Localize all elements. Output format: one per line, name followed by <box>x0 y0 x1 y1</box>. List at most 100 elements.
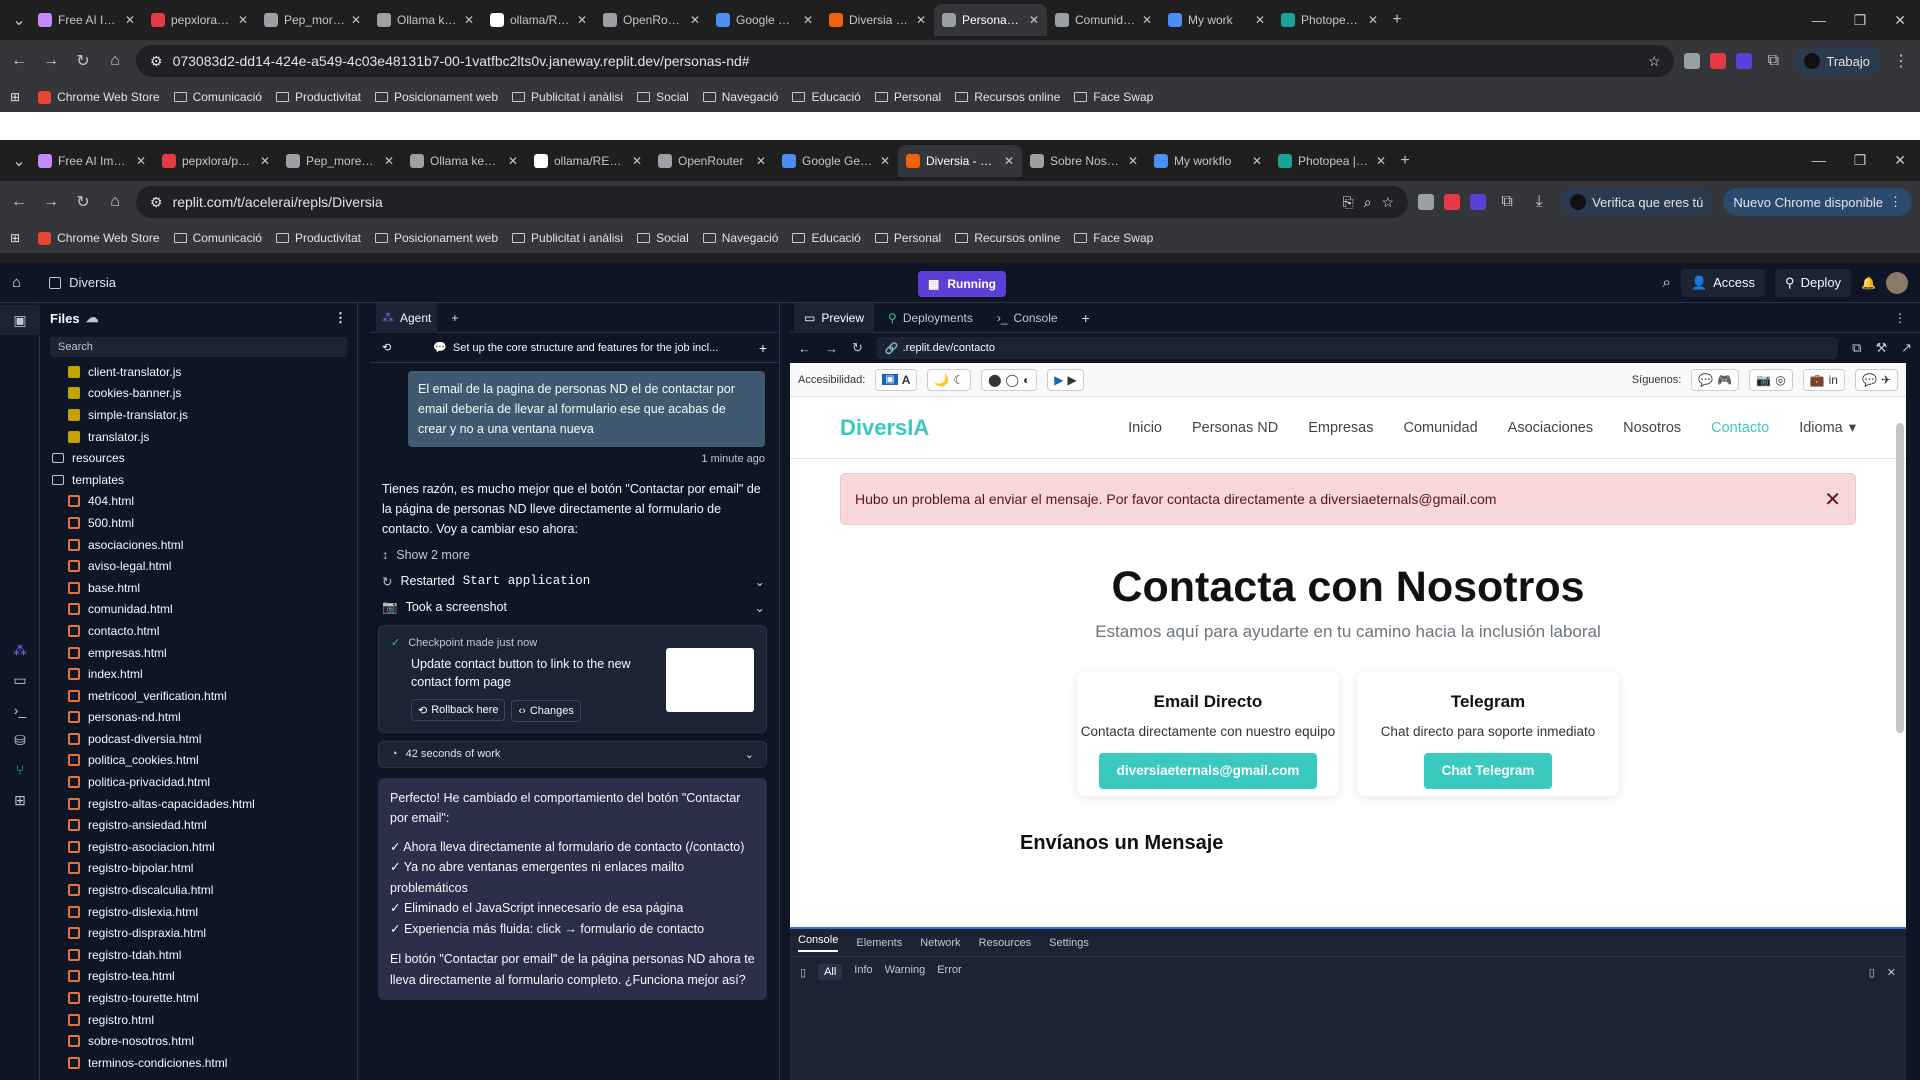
bookmark-item[interactable]: Personal <box>874 231 941 245</box>
new-tab-icon[interactable]: + <box>1394 152 1416 170</box>
preview-scrollbar[interactable] <box>1896 423 1904 733</box>
star-icon[interactable]: ☆ <box>1382 194 1395 211</box>
tab-deployments[interactable]: ⚲ Deployments <box>878 303 983 333</box>
changes-button[interactable]: ‹› Changes <box>511 699 581 722</box>
all-tools-icon[interactable]: ⊞ <box>0 785 40 815</box>
thread-title[interactable]: Set up the core structure and features f… <box>453 342 718 354</box>
close-tab-icon[interactable]: ✕ <box>1142 13 1152 27</box>
close-tab-icon[interactable]: ✕ <box>756 154 766 168</box>
close-tab-icon[interactable]: ✕ <box>916 13 926 27</box>
browser-tab[interactable]: Ollama keys · S ✕ <box>402 145 526 177</box>
puzzle-icon[interactable]: ⧉ <box>1496 193 1518 211</box>
close-tab-icon[interactable]: ✕ <box>803 13 813 27</box>
bookmark-item[interactable]: Comunicació <box>173 90 262 104</box>
tab-search-icon[interactable]: ⌄ <box>8 151 30 171</box>
close-tab-icon[interactable]: ✕ <box>1368 13 1378 27</box>
devices-icon[interactable]: ⧉ <box>1852 340 1861 356</box>
bookmark-item[interactable]: Educació <box>792 90 861 104</box>
file-tree-item[interactable]: asociaciones.html <box>40 534 357 556</box>
browser-tab[interactable]: Photopea | O ✕ <box>1273 4 1386 36</box>
nav-link-contacto[interactable]: Contacto <box>1711 420 1769 436</box>
devtools-icon[interactable]: ⚒ <box>1875 340 1887 356</box>
theme-toggle[interactable]: 🌙 ☾ <box>927 368 972 391</box>
zoom-icon[interactable]: ⌕ <box>1364 194 1372 211</box>
bookmark-item[interactable]: Social <box>637 231 689 245</box>
browser-tab[interactable]: OpenRouter ✕ <box>595 4 708 36</box>
bookmark-item[interactable]: Productivitat <box>275 90 361 104</box>
bookmark-item[interactable]: Personal <box>874 90 941 104</box>
browser-tab[interactable]: OpenRouter ✕ <box>650 145 774 177</box>
console-filter[interactable]: Error <box>937 964 961 980</box>
devtools-tab[interactable]: Elements <box>856 937 902 949</box>
git-icon[interactable]: ⑂ <box>0 755 40 785</box>
browser-tab[interactable]: Ollama keys ✕ <box>369 4 482 36</box>
discord-link[interactable]: 💬 🎮 <box>1691 368 1740 391</box>
browser-tab[interactable]: Sobre Nosotro ✕ <box>1022 145 1146 177</box>
close-tab-icon[interactable]: ✕ <box>880 154 890 168</box>
file-tree-item[interactable]: aviso-legal.html <box>40 555 357 577</box>
site-info-icon[interactable]: ⚙ <box>150 53 163 70</box>
reload-icon[interactable]: ↻ <box>72 51 94 71</box>
nav-link-inicio[interactable]: Inicio <box>1128 420 1162 436</box>
forward-icon[interactable]: → <box>40 52 62 70</box>
puzzle-icon[interactable]: ⧉ <box>1762 52 1784 70</box>
site-logo[interactable]: DiversIA <box>840 415 929 441</box>
file-tree-item[interactable]: metricool_verification.html <box>40 685 357 707</box>
browser-tab[interactable]: Personas Ne ✕ <box>934 4 1047 36</box>
console-filter[interactable]: Warning <box>885 964 926 980</box>
bookmark-item[interactable]: Posicionament web <box>374 90 498 104</box>
file-tree-item[interactable]: templates <box>40 469 357 491</box>
apps-grid-icon[interactable]: ⊞ <box>10 231 20 245</box>
bookmark-item[interactable]: Educació <box>792 231 861 245</box>
extension-icon[interactable] <box>1736 53 1753 69</box>
close-tab-icon[interactable]: ✕ <box>1252 154 1262 168</box>
close-tab-icon[interactable]: ✕ <box>690 13 700 27</box>
nav-link-personas-nd[interactable]: Personas ND <box>1192 420 1278 436</box>
email-button[interactable]: diversiaeternals@gmail.com <box>1098 753 1318 789</box>
close-tab-icon[interactable]: ✕ <box>136 154 146 168</box>
caret-down-icon[interactable]: ▾ <box>1849 420 1856 436</box>
bell-icon[interactable]: 🔔 <box>1861 276 1876 290</box>
browser-tab[interactable]: ollama/READ ✕ <box>482 4 595 36</box>
access-button[interactable]: 👤 Access <box>1680 268 1766 297</box>
home-icon[interactable]: ⌂ <box>12 274 21 291</box>
close-tab-icon[interactable]: ✕ <box>464 13 474 27</box>
home-icon[interactable]: ⌂ <box>104 52 126 70</box>
font-size-toggle[interactable]: ▣ A <box>875 368 918 391</box>
file-tree-item[interactable]: terminos-condiciones.html <box>40 1052 357 1074</box>
search-icon[interactable]: ⌕ <box>1663 274 1671 291</box>
download-icon[interactable]: ⤓ <box>1528 193 1550 211</box>
close-tab-icon[interactable]: ✕ <box>1255 13 1265 27</box>
reload-icon[interactable]: ↻ <box>72 192 94 212</box>
linkedin-link[interactable]: 💼 in <box>1802 368 1845 391</box>
extension-icon[interactable] <box>1418 194 1435 210</box>
tab-agent[interactable]: ⁂ Agent <box>376 302 438 333</box>
site-info-icon[interactable]: ⚙ <box>150 194 163 211</box>
file-tree-item[interactable]: politica-privacidad.html <box>40 771 357 793</box>
bookmark-item[interactable]: Face Swap <box>1074 90 1153 104</box>
close-tab-icon[interactable]: ✕ <box>1376 154 1386 168</box>
clear-console-icon[interactable]: ▯ <box>800 966 806 979</box>
forward-icon[interactable]: → <box>825 341 838 356</box>
profile-button[interactable]: Trabajo <box>1794 47 1880 75</box>
extension-icon[interactable] <box>1444 194 1461 210</box>
close-tab-icon[interactable]: ✕ <box>1004 154 1014 168</box>
browser-tab[interactable]: Free AI Image ✕ <box>30 145 154 177</box>
file-tree-item[interactable]: base.html <box>40 577 357 599</box>
nav-link-comunidad[interactable]: Comunidad <box>1404 420 1478 436</box>
add-tab-icon[interactable]: + <box>451 311 458 325</box>
browser-tab[interactable]: pepxlora/pep ✕ <box>143 4 256 36</box>
file-tree-item[interactable]: 500.html <box>40 512 357 534</box>
deploy-button[interactable]: ⚲ Deploy <box>1775 268 1852 297</box>
chrome-update-button[interactable]: Nuevo Chrome disponible ⋮ <box>1723 188 1912 216</box>
file-tree-item[interactable]: politica_cookies.html <box>40 750 357 772</box>
files-toggle-icon[interactable]: ▣ <box>0 305 40 335</box>
telegram-button[interactable]: Chat Telegram <box>1423 753 1553 789</box>
more-icon[interactable]: ⋮ <box>1894 311 1916 325</box>
close-icon[interactable]: ✕ <box>1824 487 1841 512</box>
agent-icon[interactable]: ⁂ <box>0 635 40 665</box>
file-tree-item[interactable]: client-translator.js <box>40 361 357 383</box>
work-time-row[interactable]: ◔ 42 seconds of work ⌄ <box>378 740 767 768</box>
file-tree-item[interactable]: registro-discalculia.html <box>40 879 357 901</box>
close-tab-icon[interactable]: ✕ <box>577 13 587 27</box>
